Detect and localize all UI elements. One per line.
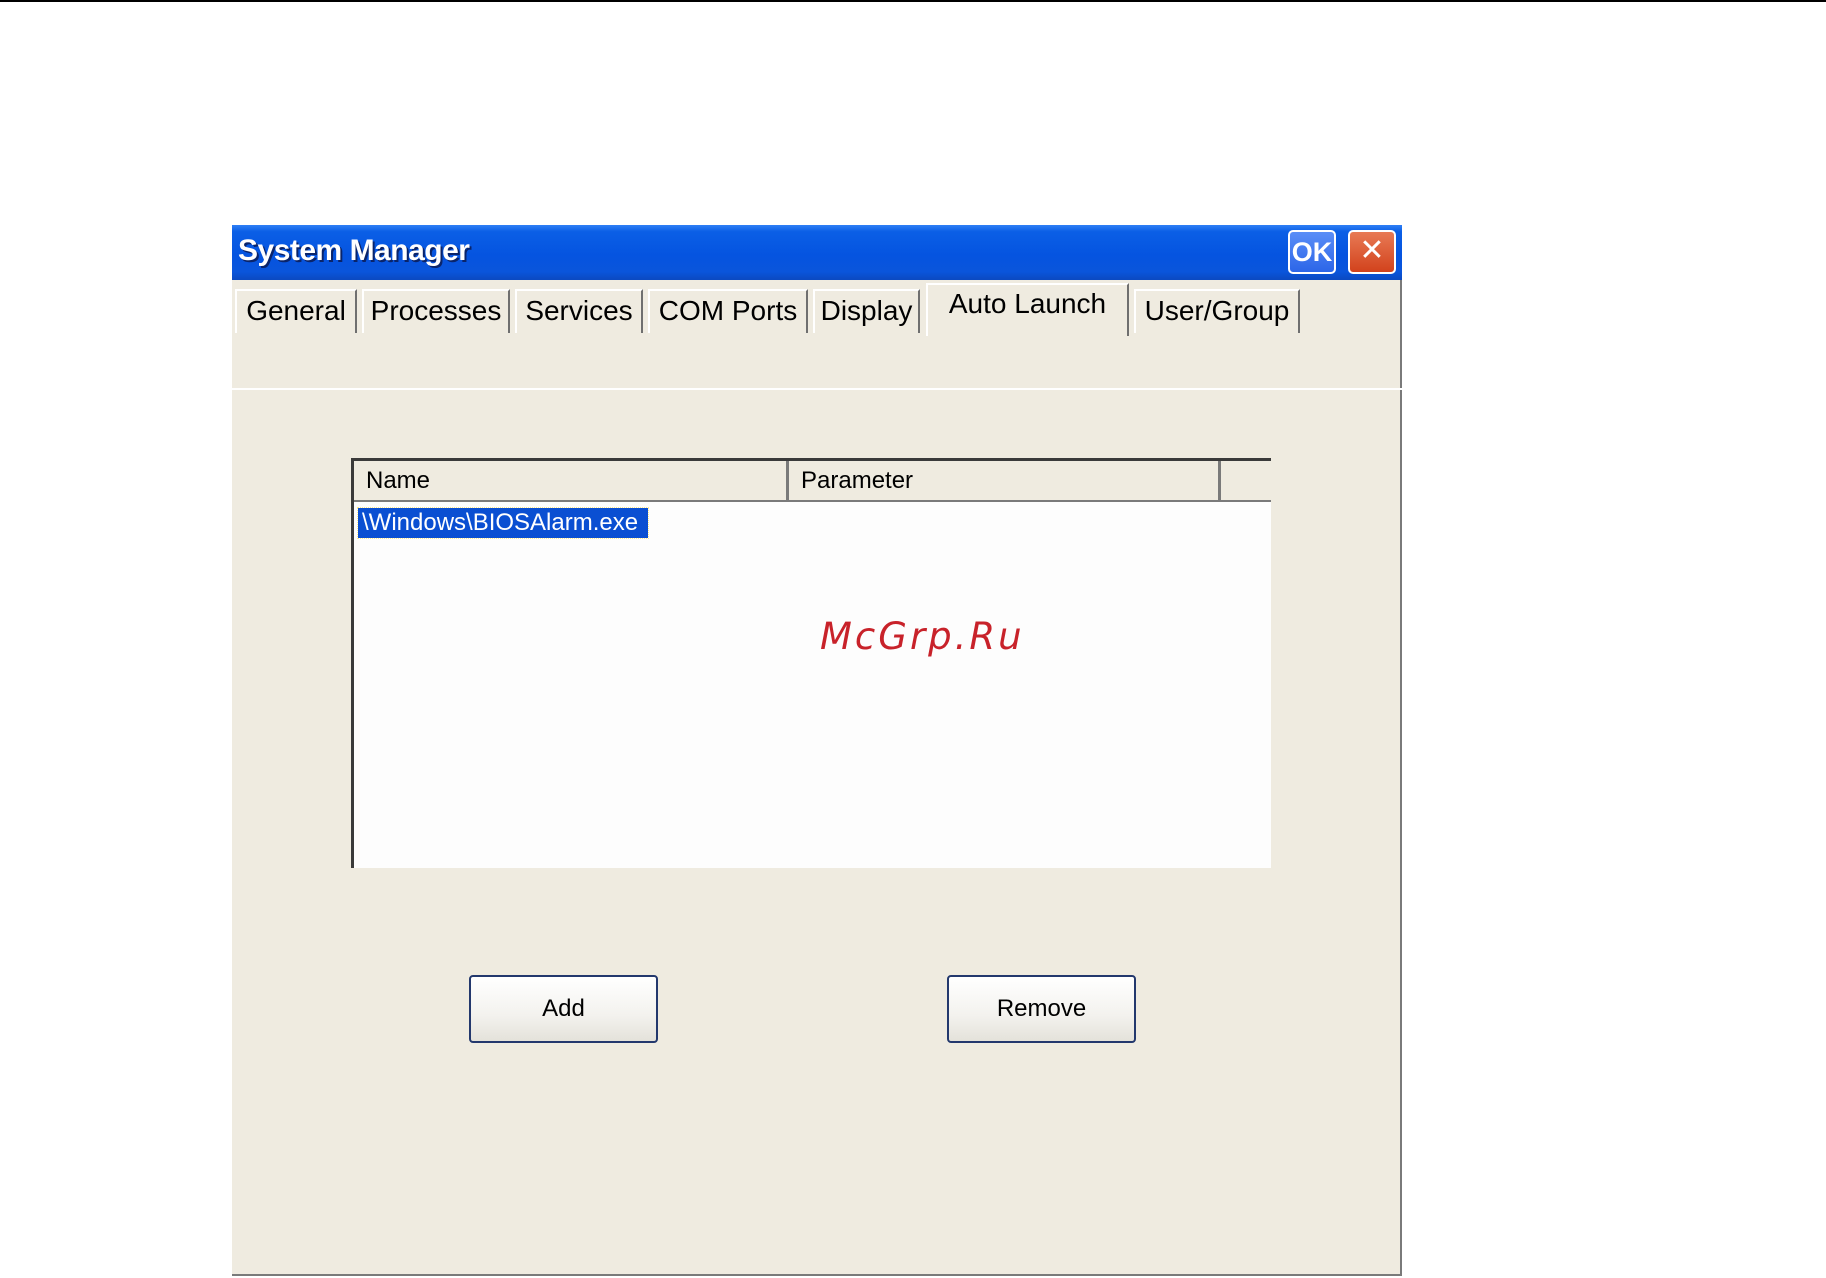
title-bar[interactable]: System Manager OK ✕ [232,225,1402,280]
tab-processes[interactable]: Processes [362,289,510,333]
list-item[interactable]: \Windows\BIOSAlarm.exe [356,507,650,539]
tab-auto-launch[interactable]: Auto Launch [926,283,1129,336]
auto-launch-list[interactable]: Name Parameter \Windows\BIOSAlarm.exe [351,458,1271,868]
column-header-parameter[interactable]: Parameter [789,461,1221,502]
list-header: Name Parameter [354,461,1271,502]
remove-button[interactable]: Remove [947,975,1136,1043]
ok-button[interactable]: OK [1288,230,1336,274]
add-button[interactable]: Add [469,975,658,1043]
top-rule [0,0,1826,2]
tab-services[interactable]: Services [515,289,643,333]
tab-strip: General Processes Services COM Ports Dis… [232,280,1402,390]
tab-display[interactable]: Display [813,289,920,333]
column-header-name[interactable]: Name [354,461,789,502]
tab-com-ports[interactable]: COM Ports [648,289,808,333]
watermark: McGrp.Ru [820,615,1025,658]
column-header-filler [1221,461,1271,502]
tab-general[interactable]: General [235,289,357,333]
close-icon[interactable]: ✕ [1348,230,1396,274]
tab-divider [232,388,1402,390]
window-title: System Manager [238,234,470,267]
tab-user-group[interactable]: User/Group [1134,289,1300,333]
system-manager-window: System Manager OK ✕ General Processes Se… [232,225,1402,1276]
